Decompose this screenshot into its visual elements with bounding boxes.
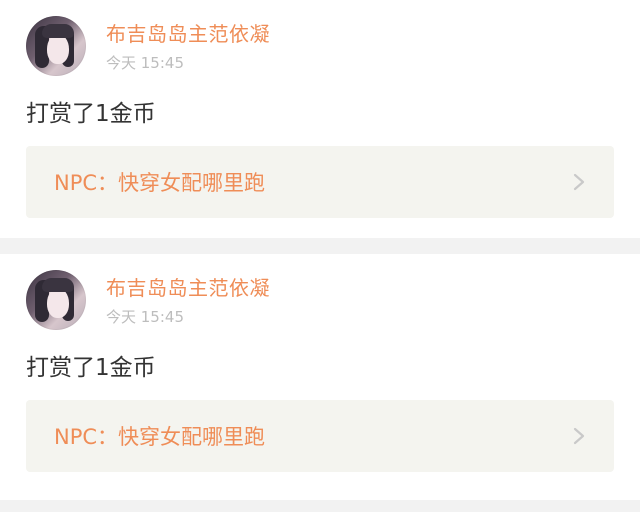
book-title: NPC：快穿女配哪里跑 bbox=[54, 425, 266, 449]
avatar[interactable] bbox=[26, 270, 86, 330]
activity-text: 打赏了1金币 bbox=[26, 101, 156, 127]
username[interactable]: 布吉岛岛主范依凝 bbox=[106, 276, 270, 300]
avatar-bangs bbox=[42, 278, 74, 292]
activity-feed: 布吉岛岛主范依凝 今天 15:45 打赏了1金币 NPC：快穿女配哪里跑 布吉岛… bbox=[0, 0, 640, 512]
book-link-card[interactable]: NPC：快穿女配哪里跑 bbox=[26, 400, 614, 472]
avatar-face bbox=[47, 34, 69, 64]
book-link-card[interactable]: NPC：快穿女配哪里跑 bbox=[26, 146, 614, 218]
chevron-right-icon bbox=[573, 427, 585, 445]
activity-card: 布吉岛岛主范依凝 今天 15:45 打赏了1金币 NPC：快穿女配哪里跑 bbox=[0, 0, 640, 238]
timestamp: 今天 15:45 bbox=[106, 54, 184, 72]
username[interactable]: 布吉岛岛主范依凝 bbox=[106, 22, 270, 46]
chevron-right-icon bbox=[573, 173, 585, 191]
activity-card: 布吉岛岛主范依凝 今天 15:45 打赏了1金币 NPC：快穿女配哪里跑 bbox=[0, 254, 640, 500]
timestamp: 今天 15:45 bbox=[106, 308, 184, 326]
avatar[interactable] bbox=[26, 16, 86, 76]
activity-text: 打赏了1金币 bbox=[26, 355, 156, 381]
avatar-face bbox=[47, 288, 69, 318]
avatar-bangs bbox=[42, 24, 74, 38]
book-title: NPC：快穿女配哪里跑 bbox=[54, 171, 266, 195]
